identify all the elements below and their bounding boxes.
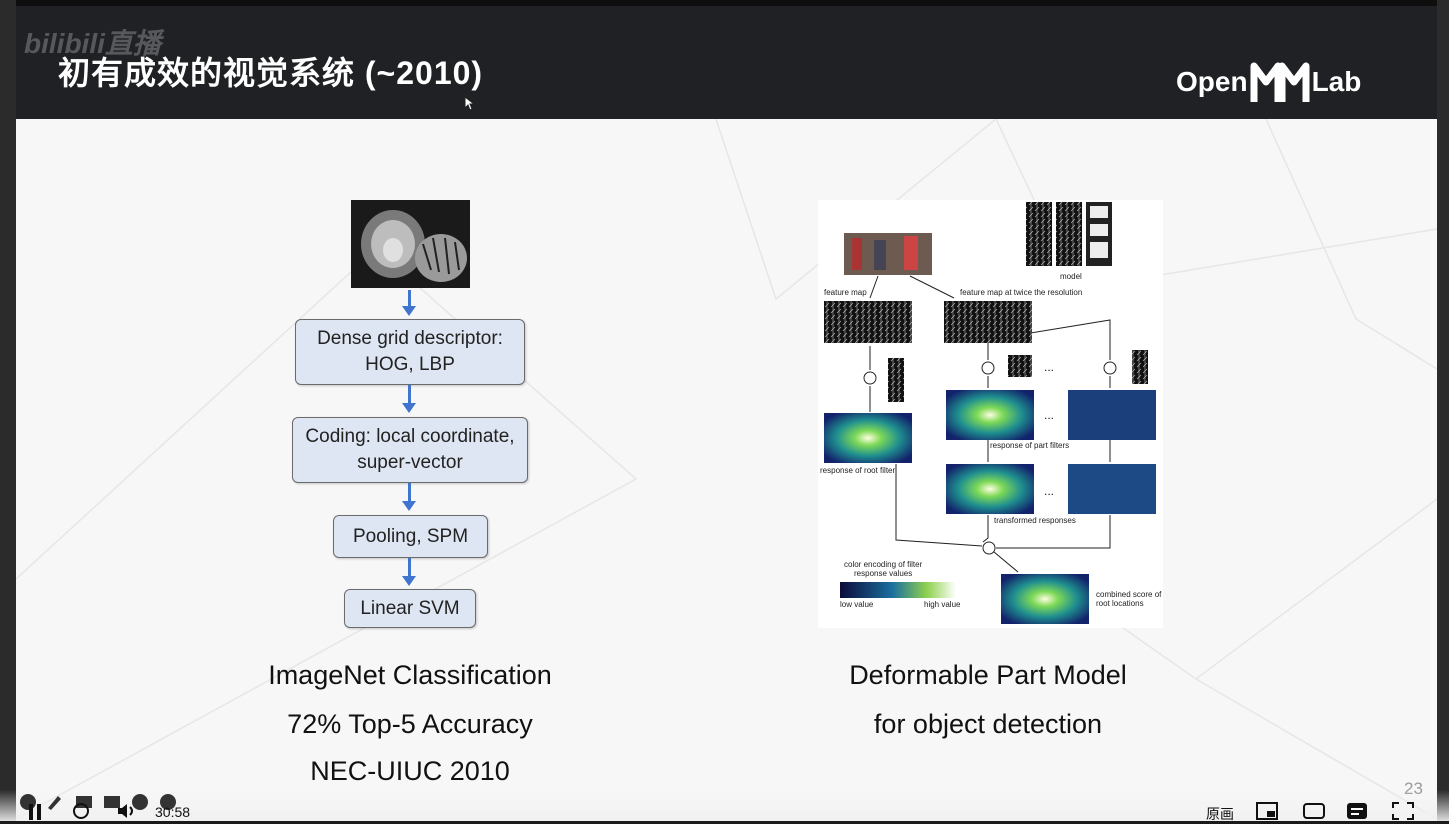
dpm-diagram: model feature map feature map at twice t…: [818, 200, 1163, 628]
step-pooling: Pooling, SPM: [333, 515, 488, 558]
label-low-value: low value: [840, 600, 874, 609]
quality-button[interactable]: 原画: [1206, 804, 1234, 824]
transformed-response-heatmap: [946, 464, 1034, 514]
label-response-root: response of root filter: [820, 466, 896, 475]
flow-arrow-2: [402, 385, 416, 413]
caption-imagenet: ImageNet Classification: [268, 660, 552, 690]
root-model-filter: [1026, 202, 1052, 266]
part-response-heatmap: [946, 390, 1034, 440]
transformed-response-heatmap-2: [1068, 464, 1156, 514]
step-linear-svm: Linear SVM: [344, 589, 476, 628]
mm-logo-icon: [1250, 62, 1310, 102]
slide-title: 初有成效的视觉系统 (~2010): [58, 55, 484, 91]
logo-text-open: Open: [1176, 66, 1248, 97]
label-model: model: [1060, 272, 1082, 281]
step-dense-grid-descriptor: Dense grid descriptor: HOG, LBP: [295, 319, 525, 385]
danmaku-settings-icon[interactable]: [1346, 802, 1368, 820]
label-color-encoding: color encoding of filter response values: [844, 560, 923, 578]
slide-header: bilibili直播 初有成效的视觉系统 (~2010) Open Lab: [16, 6, 1437, 119]
volume-icon[interactable]: [116, 802, 136, 820]
label-ellipsis-2: ...: [1044, 408, 1055, 422]
step-label: Coding: local coordinate, super-vector: [305, 426, 515, 473]
combined-score-heatmap: [1001, 574, 1089, 624]
step-label: Dense grid descriptor: HOG, LBP: [317, 328, 503, 375]
step-label: Pooling, SPM: [352, 525, 469, 547]
fullscreen-icon[interactable]: [1392, 802, 1414, 820]
caption-nec-uiuc: NEC-UIUC 2010: [310, 756, 510, 786]
danmaku-toggle-icon[interactable]: [1302, 800, 1326, 820]
flow-arrow-1: [402, 290, 416, 316]
flow-arrow-4: [402, 558, 416, 586]
replay-icon[interactable]: [72, 802, 90, 820]
playback-time: 30:58: [155, 804, 191, 820]
label-feature-map-twice: feature map at twice the resolution: [960, 288, 1083, 297]
label-feature-map: feature map: [824, 288, 867, 297]
label-transformed: transformed responses: [994, 516, 1076, 525]
label-ellipsis-3: ...: [1044, 484, 1055, 498]
window-left-edge: [0, 0, 16, 821]
label-ellipsis-1: ...: [1044, 360, 1055, 374]
root-response-heatmap: [824, 413, 912, 463]
label-combined-score: combined score of root locations: [1096, 590, 1162, 608]
feature-map-2x: [944, 301, 1032, 343]
lion-tiger-image: [351, 200, 470, 288]
step-coding: Coding: local coordinate, super-vector: [292, 417, 528, 483]
openmmlab-logo: Open Lab: [1176, 58, 1361, 106]
pen-icon: [48, 796, 61, 810]
caption-object-detection: for object detection: [873, 709, 1103, 739]
video-player-bar: 30:58 原画: [0, 790, 1449, 824]
caption-dpm: Deformable Part Model: [849, 660, 1127, 690]
pause-icon[interactable]: [28, 804, 42, 820]
part-response-heatmap-2: [1068, 390, 1156, 440]
feature-map: [824, 301, 912, 343]
label-response-part: response of part filters: [990, 441, 1070, 450]
step-label: Linear SVM: [360, 597, 460, 619]
caption-accuracy: 72% Top-5 Accuracy: [287, 709, 533, 739]
flow-arrow-3: [402, 483, 416, 511]
annotation-tools[interactable]: [18, 792, 178, 812]
logo-text-lab: Lab: [1311, 66, 1362, 97]
mouse-cursor-icon: [464, 96, 476, 111]
label-high-value: high value: [924, 600, 961, 609]
window-right-edge: [1437, 0, 1449, 821]
picture-in-picture-icon[interactable]: [1256, 802, 1278, 820]
color-bar: [840, 582, 956, 598]
